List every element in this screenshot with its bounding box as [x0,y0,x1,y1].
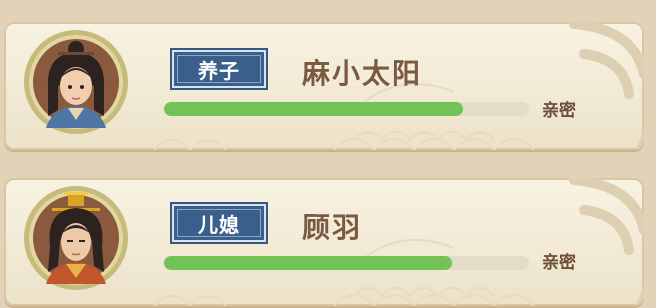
family-member-card[interactable]: 儿媳 顾羽 亲密 [4,178,644,306]
relation-badge: 养子 [170,48,268,90]
intimacy-bar [164,102,529,116]
intimacy-bar-fill [164,102,464,116]
adopted-son-avatar-icon[interactable] [22,28,130,136]
cloud-corner-decoration [569,178,644,306]
intimacy-label: 亲密 [542,101,576,121]
intimacy-bar [164,256,529,270]
intimacy-label: 亲密 [542,253,576,273]
daughter-in-law-avatar-icon[interactable] [22,184,130,292]
intimacy-bar-fill [164,256,453,270]
member-name: 顾羽 [302,211,363,244]
relation-badge: 儿媳 [170,202,268,244]
family-member-card[interactable]: 养子 麻小太阳 亲密 [4,22,644,150]
member-name: 麻小太阳 [302,57,423,90]
relation-label: 养子 [198,58,240,83]
cloud-corner-decoration [569,22,644,150]
relation-label: 儿媳 [198,212,240,237]
